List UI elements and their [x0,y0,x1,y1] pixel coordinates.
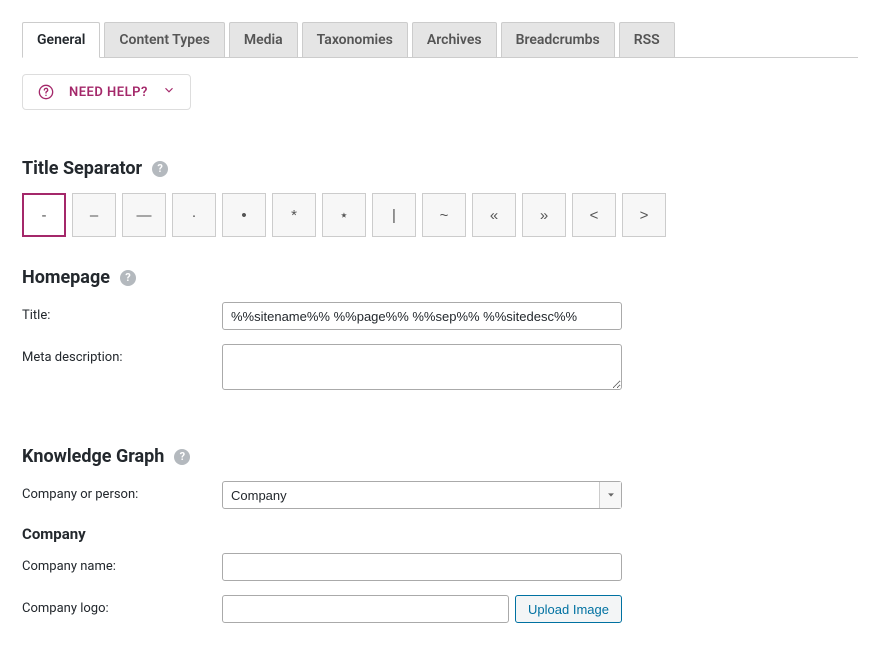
tabs: General Content Types Media Taxonomies A… [22,22,858,58]
need-help-label: NEED HELP? [69,85,148,100]
tab-archives[interactable]: Archives [412,22,497,58]
tab-taxonomies[interactable]: Taxonomies [302,22,408,58]
separator-option-star[interactable]: ⋆ [322,193,366,237]
homepage-heading: Homepage [22,267,110,288]
homepage-title-input[interactable] [222,302,622,330]
tab-content-types[interactable]: Content Types [104,22,224,58]
separator-option-laquo[interactable]: « [472,193,516,237]
company-logo-input[interactable] [222,595,509,623]
knowledge-graph-heading: Knowledge Graph [22,446,164,467]
separator-option-endash[interactable]: – [72,193,116,237]
company-name-input[interactable] [222,553,622,581]
tab-rss[interactable]: RSS [619,22,675,58]
separator-option-pipe[interactable]: | [372,193,416,237]
separator-option-emdash[interactable]: — [122,193,166,237]
homepage-meta-label: Meta description: [22,344,222,365]
company-subheading: Company [22,525,858,543]
tab-general[interactable]: General [22,22,100,58]
homepage-meta-input[interactable] [222,344,622,390]
help-icon[interactable]: ? [120,270,136,286]
title-separator-heading: Title Separator [22,158,142,179]
company-or-person-select[interactable]: Company [222,481,622,509]
separator-option-middot[interactable]: · [172,193,216,237]
company-name-label: Company name: [22,553,222,574]
separator-option-asterisk[interactable]: * [272,193,316,237]
help-icon[interactable]: ? [152,161,168,177]
separator-option-bullet[interactable]: • [222,193,266,237]
help-icon[interactable]: ? [174,449,190,465]
homepage-title-label: Title: [22,302,222,323]
question-circle-icon [37,83,55,101]
separator-options: - – — · • * ⋆ | ~ « » < > [22,193,858,237]
upload-image-button[interactable]: Upload Image [515,595,622,623]
company-or-person-label: Company or person: [22,481,222,502]
separator-option-raquo[interactable]: » [522,193,566,237]
separator-option-tilde[interactable]: ~ [422,193,466,237]
tab-breadcrumbs[interactable]: Breadcrumbs [501,22,615,58]
company-logo-label: Company logo: [22,595,222,616]
tab-media[interactable]: Media [229,22,298,58]
separator-option-lt[interactable]: < [572,193,616,237]
need-help-button[interactable]: NEED HELP? [22,74,191,110]
separator-option-hyphen[interactable]: - [22,193,66,237]
separator-option-gt[interactable]: > [622,193,666,237]
chevron-down-icon [162,83,176,101]
